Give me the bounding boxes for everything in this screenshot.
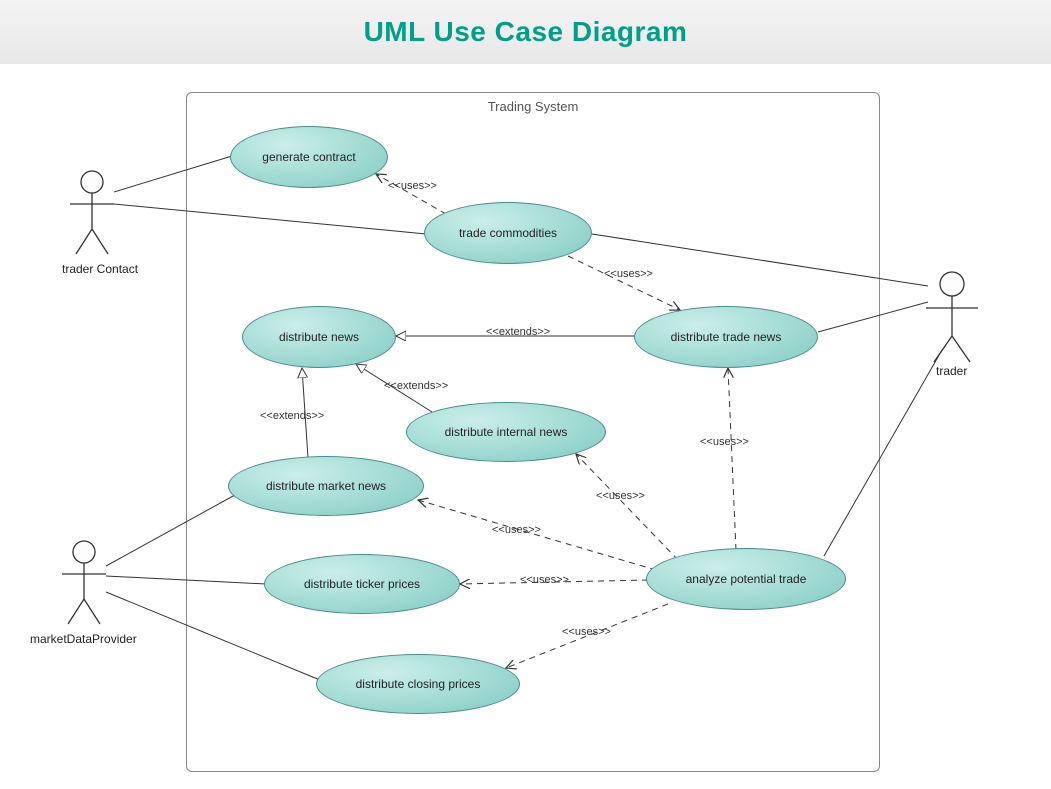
usecase-label: distribute ticker prices <box>304 577 420 591</box>
usecase-label: distribute market news <box>266 479 386 493</box>
edge-label-uses: <<uses>> <box>520 574 569 586</box>
usecase-label: generate contract <box>262 150 355 164</box>
usecase-generate-contract: generate contract <box>230 126 388 188</box>
usecase-distribute-market-news: distribute market news <box>228 456 424 516</box>
edge-label-extends: <<extends>> <box>486 326 550 338</box>
edge-label-uses: <<uses>> <box>596 490 645 502</box>
usecase-label: distribute news <box>279 330 359 344</box>
usecase-distribute-closing-prices: distribute closing prices <box>316 654 520 714</box>
usecase-distribute-internal-news: distribute internal news <box>406 402 606 462</box>
edge-label-uses: <<uses>> <box>604 268 653 280</box>
usecase-label: trade commodities <box>459 226 557 240</box>
page-title: UML Use Case Diagram <box>364 16 688 48</box>
actor-trader-contact-icon <box>70 171 114 254</box>
system-label: Trading System <box>187 99 879 114</box>
usecase-analyze-potential-trade: analyze potential trade <box>646 548 846 610</box>
edge-label-extends: <<extends>> <box>260 410 324 422</box>
edge-label-uses: <<uses>> <box>562 626 611 638</box>
usecase-label: distribute trade news <box>671 330 782 344</box>
actor-market-data-provider-label: marketDataProvider <box>30 632 137 646</box>
usecase-distribute-trade-news: distribute trade news <box>634 306 818 368</box>
edge-label-uses: <<uses>> <box>700 436 749 448</box>
usecase-label: distribute closing prices <box>356 677 481 691</box>
actor-market-data-provider-icon <box>62 541 106 624</box>
title-band: UML Use Case Diagram <box>0 0 1051 64</box>
usecase-distribute-news: distribute news <box>242 306 396 368</box>
usecase-distribute-ticker-prices: distribute ticker prices <box>264 554 460 614</box>
usecase-label: distribute internal news <box>445 425 568 439</box>
actor-trader-contact-label: trader Contact <box>62 262 138 276</box>
actor-trader-icon <box>926 272 978 362</box>
edge-label-extends: <<extends>> <box>384 380 448 392</box>
edge-label-uses: <<uses>> <box>388 180 437 192</box>
usecase-trade-commodities: trade commodities <box>424 202 592 264</box>
actor-trader-label: trader <box>936 364 967 378</box>
usecase-label: analyze potential trade <box>686 572 807 586</box>
diagram-canvas: Trading System <box>0 64 1051 789</box>
edge-label-uses: <<uses>> <box>492 524 541 536</box>
